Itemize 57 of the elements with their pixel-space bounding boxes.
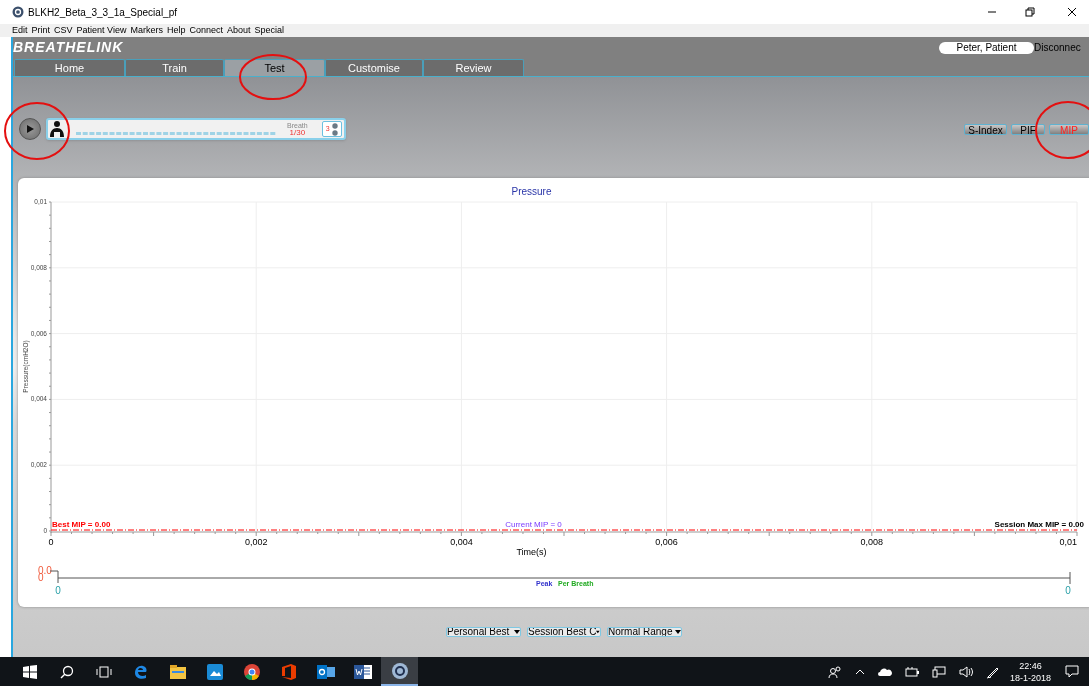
play-button[interactable] <box>19 118 41 140</box>
tab[interactable]: Test <box>224 59 325 76</box>
annotation-circle <box>4 102 70 160</box>
mode-button[interactable]: S-Index <box>964 123 1007 135</box>
x-tick-label: 0,006 <box>655 537 678 547</box>
app-icon <box>12 6 24 18</box>
tab[interactable]: Review <box>423 59 524 76</box>
menu-item[interactable]: About <box>227 26 251 35</box>
restore-icon[interactable] <box>1025 7 1035 17</box>
strip-value: 0 <box>55 585 61 596</box>
play-icon <box>26 125 34 133</box>
breath-count: 1/30 <box>289 128 306 137</box>
dropdown[interactable]: Personal Best <box>446 627 521 637</box>
clock-time: 22:46 <box>1019 659 1042 672</box>
chevron-up-icon[interactable] <box>854 668 865 675</box>
caret-icon <box>514 629 520 635</box>
chart-annotation: Best MIP = 0.00 <box>52 520 111 529</box>
x-tick-label: 0 <box>48 537 54 547</box>
caret-icon <box>675 629 681 635</box>
menu-item[interactable]: Edit <box>12 26 28 35</box>
dropdown[interactable]: Session Best C <box>527 627 601 637</box>
menu-item[interactable]: Connect <box>189 26 223 35</box>
menu-item[interactable]: Markers <box>130 26 163 35</box>
logo: BREATHELINK <box>13 38 124 57</box>
caret-icon <box>596 629 600 635</box>
x-tick-label: 0,004 <box>450 537 473 547</box>
annotation-circle <box>239 54 307 100</box>
menu-item[interactable]: CSV <box>54 26 73 35</box>
strip-value: 0 <box>1065 585 1071 596</box>
menu-item[interactable]: Help <box>166 26 186 35</box>
level-stepper-icon[interactable] <box>331 122 338 136</box>
tab[interactable]: Customise <box>325 59 423 76</box>
x-tick-label: 0,002 <box>244 537 268 547</box>
network-icon[interactable] <box>931 665 946 678</box>
chart-title: Pressure <box>511 186 552 197</box>
tab[interactable]: Home <box>14 59 125 76</box>
menu-item[interactable]: Patient View <box>76 26 127 35</box>
volume-icon[interactable] <box>958 665 973 678</box>
window-title: BLKH2_Beta_3_3_1a_Special_pf <box>28 5 177 20</box>
x-tick-label: 0,008 <box>860 537 884 547</box>
people-icon[interactable] <box>827 665 842 678</box>
strip-value: 0 <box>38 572 44 583</box>
menu-item[interactable]: Special <box>254 26 285 35</box>
patient-name: Peter, Patient <box>939 41 1034 54</box>
person-icon <box>50 121 64 137</box>
chart-annotation: Session Max MIP = 0.00 <box>994 520 1084 529</box>
x-tick-label: 0,01 <box>1059 537 1077 547</box>
battery-icon[interactable] <box>904 666 919 677</box>
connection-status: Disconnec <box>1034 41 1082 55</box>
notification-icon[interactable] <box>1065 665 1079 678</box>
cloud-icon[interactable] <box>877 667 892 676</box>
clock-date: 18-1-2018 <box>1009 671 1051 684</box>
close-icon[interactable] <box>1067 7 1077 17</box>
chart-annotation: Current MIP = 0 <box>505 520 562 529</box>
menu-item[interactable]: Print <box>31 26 51 35</box>
x-axis-label: Time(s) <box>516 547 547 557</box>
tab[interactable]: Train <box>125 59 224 76</box>
